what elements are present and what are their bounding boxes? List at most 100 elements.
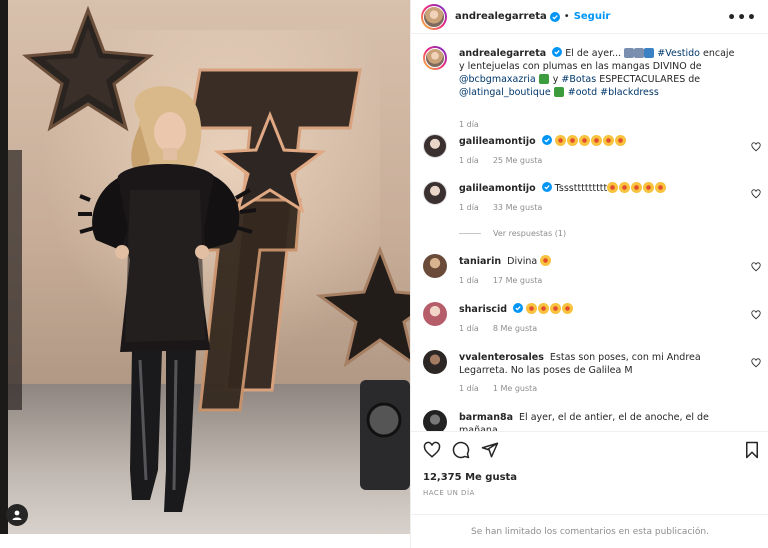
commenter-avatar[interactable]	[423, 410, 447, 431]
check-emoji-icon	[538, 74, 549, 84]
comment-meta: 1 día 1 Me gusta	[459, 384, 551, 393]
commenter-avatar[interactable]	[423, 134, 447, 158]
star-eyes-emoji-icon	[590, 135, 602, 146]
verified-badge-icon	[552, 47, 563, 57]
caption-item: andrealegarreta El de ayer... #Vestido e…	[411, 46, 768, 129]
comment-text: shariscid	[459, 303, 741, 316]
comment-icon[interactable]	[452, 441, 470, 459]
verified-badge-icon	[541, 182, 552, 192]
emoji-icon	[644, 48, 655, 58]
view-replies-label[interactable]: Ver respuestas (1)	[493, 229, 566, 238]
comment-likes[interactable]: 25 Me gusta	[493, 156, 542, 165]
hashtag-link[interactable]: #ootd	[568, 87, 597, 98]
comment-likes[interactable]: 17 Me gusta	[493, 276, 542, 285]
mention-link[interactable]: @bcbgmaxazria	[459, 74, 536, 85]
star-eyes-emoji-icon	[562, 303, 574, 314]
comment-item: shariscid 1 día 8 Me gusta	[411, 302, 768, 342]
more-options-icon[interactable]: •••	[727, 10, 757, 26]
author-avatar[interactable]	[421, 3, 447, 30]
replies-divider	[459, 233, 481, 234]
comment-time: 1 día	[459, 384, 479, 393]
comment-body: Tsssttttttttt	[554, 183, 608, 194]
likes-count[interactable]: 12,375 Me gusta	[423, 472, 517, 483]
comment-item: vvalenterosales Estas son poses, con mi …	[411, 350, 768, 398]
star-eyes-emoji-icon	[566, 135, 578, 146]
star-eyes-emoji-icon	[655, 182, 667, 193]
tagged-user-icon[interactable]	[6, 504, 28, 526]
heart-icon[interactable]	[751, 189, 761, 199]
comment-meta: 1 día 8 Me gusta	[459, 324, 551, 333]
comment-username[interactable]: barman8a	[459, 412, 513, 423]
comments-limited-notice: Se han limitado los comentarios en esta …	[411, 514, 768, 548]
caption-text: andrealegarreta El de ayer... #Vestido e…	[459, 47, 741, 99]
comment-time: 1 día	[459, 276, 479, 285]
caption-part: y	[552, 74, 559, 85]
star-eyes-emoji-icon	[526, 303, 538, 314]
star-eyes-emoji-icon	[540, 255, 552, 266]
caption-part: El de ayer...	[565, 48, 622, 59]
comment-meta: 1 día 25 Me gusta	[459, 156, 556, 165]
comment-time: 1 día	[459, 156, 479, 165]
verified-badge-icon	[513, 303, 524, 313]
check-emoji-icon	[553, 87, 564, 97]
follow-button[interactable]: Seguir	[574, 11, 611, 22]
caption-meta: 1 día	[459, 120, 493, 129]
heart-icon[interactable]	[751, 142, 761, 152]
comment-username[interactable]: shariscid	[459, 304, 507, 315]
star-eyes-emoji-icon	[550, 303, 562, 314]
comment-time: 1 día	[459, 203, 479, 212]
commenter-avatar[interactable]	[423, 254, 447, 278]
post-header: andrealegarreta • Seguir •••	[411, 0, 768, 34]
star-eyes-emoji-icon	[607, 182, 619, 193]
hashtag-link[interactable]: #Botas	[561, 74, 596, 85]
caption-avatar[interactable]	[423, 46, 447, 70]
comment-text: barman8a El ayer, el de antier, el de an…	[459, 411, 741, 431]
emoji-icon	[634, 48, 645, 58]
star-eyes-emoji-icon	[643, 182, 655, 193]
mention-link[interactable]: @latingal_boutique	[459, 87, 551, 98]
action-bar	[411, 431, 768, 467]
hashtag-link[interactable]: #Vestido	[657, 48, 700, 59]
comment-likes[interactable]: 1 Me gusta	[493, 384, 537, 393]
commenter-avatar[interactable]	[423, 302, 447, 326]
comment-meta: 1 día 17 Me gusta	[459, 276, 556, 285]
heart-icon[interactable]	[751, 310, 761, 320]
comment-username[interactable]: vvalenterosales	[459, 352, 544, 363]
star-eyes-emoji-icon	[619, 182, 631, 193]
share-icon[interactable]	[481, 441, 499, 459]
comment-text: taniarin Divina	[459, 255, 741, 268]
bookmark-icon[interactable]	[743, 441, 761, 459]
verified-badge-icon	[549, 11, 560, 22]
emoji-icon	[624, 48, 635, 58]
caption-part: ESPECTACULARES de	[599, 74, 701, 85]
heart-icon[interactable]	[751, 358, 761, 368]
star-eyes-emoji-icon	[602, 135, 614, 146]
comments-list[interactable]: andrealegarreta El de ayer... #Vestido e…	[411, 34, 768, 431]
comment-text: galileamontijo Tsssttttttttt	[459, 182, 741, 195]
heart-icon[interactable]	[751, 262, 761, 272]
hashtag-link[interactable]: #blackdress	[600, 87, 659, 98]
post-date: HACE UN DÍA	[423, 489, 475, 497]
commenter-avatar[interactable]	[423, 350, 447, 374]
comment-item: galileamontijo Tsssttttttttt 1 día 33 Me …	[411, 181, 768, 221]
comment-meta: 1 día 33 Me gusta	[459, 203, 556, 212]
comment-item: taniarin Divina 1 día 17 Me gusta	[411, 254, 768, 294]
post-side-panel: andrealegarreta • Seguir ••• andrealegar…	[410, 0, 768, 548]
comment-username[interactable]: galileamontijo	[459, 183, 536, 194]
comment-username[interactable]: taniarin	[459, 256, 501, 267]
comment-text: vvalenterosales Estas son poses, con mi …	[459, 351, 741, 377]
caption-username[interactable]: andrealegarreta	[459, 48, 546, 59]
comment-likes[interactable]: 33 Me gusta	[493, 203, 542, 212]
header-separator: •	[563, 11, 570, 22]
commenter-avatar[interactable]	[423, 181, 447, 205]
comment-likes[interactable]: 8 Me gusta	[493, 324, 537, 333]
view-replies-button[interactable]: Ver respuestas (1)	[459, 229, 566, 238]
star-eyes-emoji-icon	[554, 135, 566, 146]
post-photo[interactable]	[0, 0, 410, 534]
comment-username[interactable]: galileamontijo	[459, 136, 536, 147]
heart-icon[interactable]	[423, 441, 441, 459]
comment-item: barman8a El ayer, el de antier, el de an…	[411, 410, 768, 431]
star-eyes-emoji-icon	[614, 135, 626, 146]
author-username[interactable]: andrealegarreta	[455, 11, 547, 22]
star-eyes-emoji-icon	[538, 303, 550, 314]
